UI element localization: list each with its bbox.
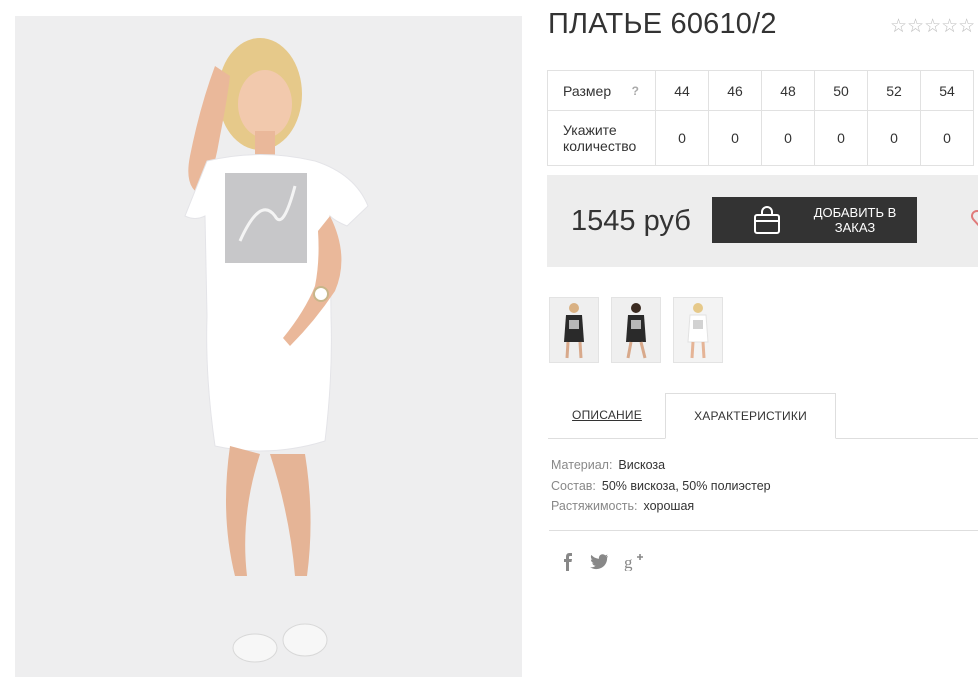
size-table: Размер ? 44 46 48 50 52 54 Укажите колич…	[547, 70, 974, 166]
spec-row: Материал: Вискоза	[551, 455, 771, 476]
quantity-label-line2: количество	[563, 138, 637, 154]
size-cell: 46	[708, 70, 762, 111]
social-share: g	[562, 553, 644, 571]
size-cell: 52	[867, 70, 921, 111]
tab-characteristics[interactable]: ХАРАКТЕРИСТИКИ	[665, 393, 836, 439]
quantity-label-cell: Укажите количество	[547, 110, 656, 166]
divider	[549, 530, 978, 531]
google-plus-icon[interactable]: g	[624, 553, 644, 571]
product-main-image[interactable]	[15, 16, 522, 677]
svg-text:g: g	[624, 553, 633, 571]
twitter-icon[interactable]	[590, 554, 608, 570]
spec-key: Материал:	[551, 458, 613, 472]
quantity-row: Укажите количество 0 0 0 0 0 0	[547, 110, 974, 166]
shopping-bag-icon	[753, 205, 781, 235]
product-specs: Материал: Вискоза Состав: 50% вискоза, 50%…	[551, 455, 771, 517]
size-cell: 48	[761, 70, 815, 111]
add-to-order-button[interactable]: ДОБАВИТЬ В ЗАКАЗ	[712, 197, 917, 243]
size-label-cell: Размер ?	[547, 70, 656, 111]
quantity-input[interactable]: 0	[655, 110, 709, 166]
spec-row: Состав: 50% вискоза, 50% полиэстер	[551, 476, 771, 497]
quantity-label-line1: Укажите	[563, 122, 617, 138]
quantity-input[interactable]: 0	[761, 110, 815, 166]
rating-stars-icon[interactable]: ☆☆☆☆☆	[890, 15, 975, 38]
quantity-input[interactable]: 0	[867, 110, 921, 166]
thumbnail-black-dress-2[interactable]	[611, 297, 661, 363]
product-tabs: ОПИСАНИЕ ХАРАКТЕРИСТИКИ	[548, 393, 978, 439]
price-box: 1545 руб ДОБАВИТЬ В ЗАКАЗ	[547, 175, 978, 267]
size-cell: 44	[655, 70, 709, 111]
product-title: ПЛАТЬЕ 60610/2	[548, 8, 777, 40]
add-to-order-label: ДОБАВИТЬ В ЗАКАЗ	[813, 205, 897, 235]
size-cell: 50	[814, 70, 868, 111]
spec-value: Вискоза	[618, 458, 666, 472]
thumbnail-black-dress-1[interactable]	[549, 297, 599, 363]
size-row: Размер ? 44 46 48 50 52 54	[547, 70, 974, 111]
quantity-input[interactable]: 0	[920, 110, 974, 166]
size-help-icon[interactable]: ?	[632, 83, 639, 99]
product-price: 1545 руб	[571, 205, 691, 237]
spec-key: Растяжимость:	[551, 499, 638, 513]
heart-icon[interactable]	[971, 208, 978, 235]
facebook-icon[interactable]	[562, 553, 574, 571]
spec-key: Состав:	[551, 478, 596, 493]
spec-value: 50% вискоза, 50% полиэстер	[601, 478, 771, 493]
spec-value: хорошая	[643, 499, 695, 513]
thumbnail-strip	[549, 297, 723, 363]
quantity-input[interactable]: 0	[708, 110, 762, 166]
size-cell: 54	[920, 70, 974, 111]
size-label: Размер	[563, 82, 612, 99]
thumbnail-white-dress[interactable]	[673, 297, 723, 363]
quantity-input[interactable]: 0	[814, 110, 868, 166]
spec-row: Растяжимость: хорошая	[551, 496, 771, 517]
tab-description[interactable]: ОПИСАНИЕ	[548, 393, 666, 437]
